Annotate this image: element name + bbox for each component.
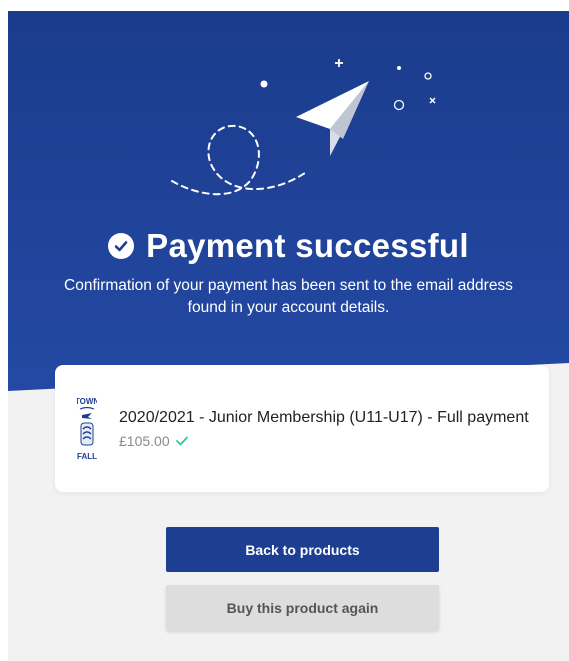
checkmark-icon <box>175 436 188 446</box>
back-to-products-button[interactable]: Back to products <box>166 527 439 572</box>
svg-text:FALL: FALL <box>77 452 97 461</box>
ring-icon <box>393 99 405 111</box>
plus-icon <box>335 59 343 67</box>
confirmation-message: Confirmation of your payment has been se… <box>64 277 513 316</box>
svg-text:TOWN: TOWN <box>77 397 97 406</box>
price-row: £105.00 <box>119 433 188 449</box>
title-row: Payment successful <box>8 227 569 265</box>
cross-icon <box>429 97 436 104</box>
dot-icon <box>260 80 268 88</box>
club-crest-logo: TOWN FALL <box>77 397 97 461</box>
paper-plane-icon <box>296 81 369 156</box>
product-name: 2020/2021 - Junior Membership (U11-U17) … <box>119 409 529 426</box>
dot-icon <box>397 66 401 70</box>
ring-icon <box>424 72 432 80</box>
check-circle-icon <box>108 233 135 259</box>
buy-again-button[interactable]: Buy this product again <box>166 585 439 630</box>
order-card: TOWN FALL 2020/2021 - Junior Membership … <box>55 365 549 492</box>
hero-banner: Payment successful Confirmation of your … <box>8 11 569 411</box>
flight-trail <box>171 124 309 196</box>
page-title: Payment successful <box>146 227 469 264</box>
product-price: £105.00 <box>119 433 170 449</box>
payment-success-page: Payment successful Confirmation of your … <box>8 11 569 661</box>
paper-plane-illustration <box>171 59 436 196</box>
